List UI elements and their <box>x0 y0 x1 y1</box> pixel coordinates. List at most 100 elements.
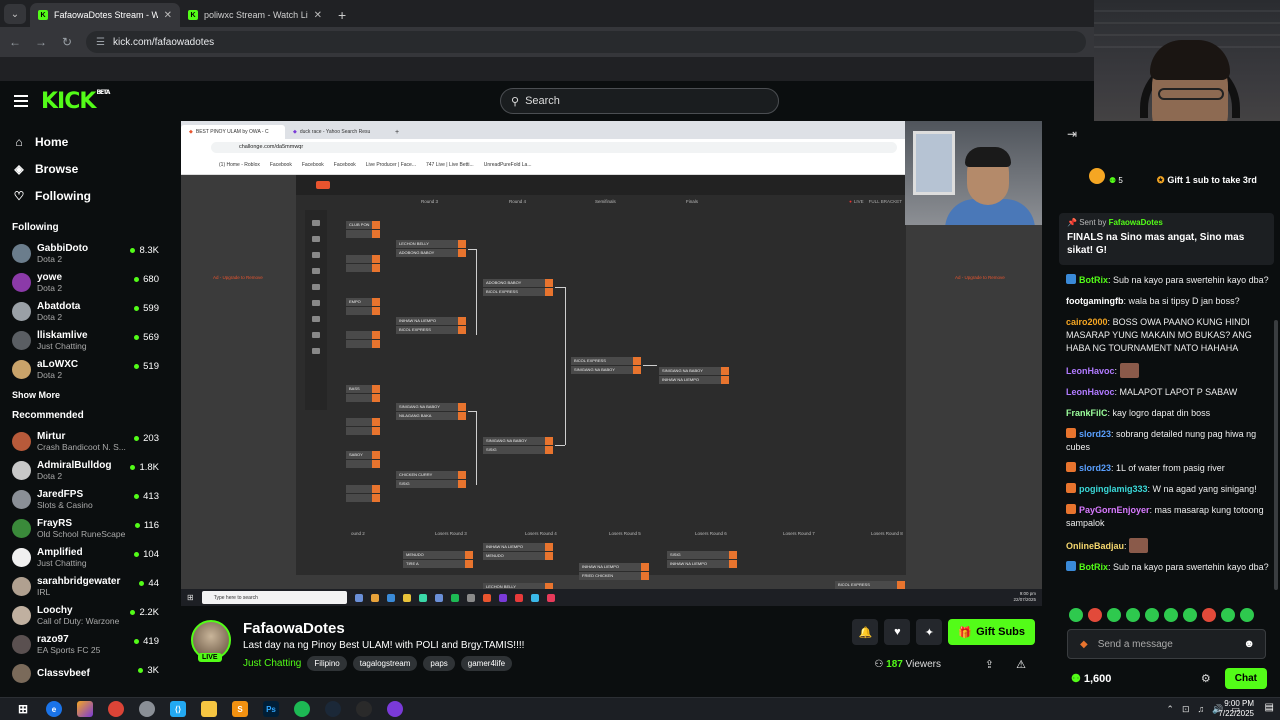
chat-username[interactable]: FrankFilC <box>1066 408 1108 418</box>
back-icon[interactable]: ← <box>8 35 22 49</box>
photoshop-icon[interactable]: Ps <box>263 701 279 717</box>
gift-subs-button[interactable]: 🎁 Gift Subs <box>948 619 1035 645</box>
tag[interactable]: Filipino <box>307 656 347 671</box>
chrome-icon[interactable] <box>108 701 124 717</box>
chat-username[interactable]: cairo2000 <box>1066 317 1108 327</box>
captured-tab: ◆ duck race - Yahoo Search Resu <box>293 129 371 135</box>
search-input[interactable]: ⚲ Search <box>500 88 779 114</box>
copilot-icon[interactable] <box>77 701 93 717</box>
sidebar-channel[interactable]: Mirtur Crash Bandicoot N. S... 203 <box>0 427 170 456</box>
sublime-icon[interactable]: S <box>232 701 248 717</box>
sparkle-button[interactable]: ✦ <box>916 619 943 645</box>
microphone-icon[interactable]: ♫ <box>1198 704 1205 714</box>
category-link[interactable]: Just Chatting <box>243 658 301 669</box>
collapse-chat-icon[interactable]: ⇥ <box>1067 127 1077 141</box>
emote[interactable] <box>1240 608 1254 622</box>
spotify-icon[interactable] <box>294 701 310 717</box>
browser-tab[interactable]: K poliwxc Stream - Watch Live on ✕ <box>180 3 330 27</box>
video-player[interactable]: ◆ BEST PINOY ULAM by OWA - C ◆ duck race -… <box>181 121 1042 606</box>
chat-username[interactable]: slord23 <box>1079 429 1111 439</box>
file-explorer-icon[interactable] <box>201 701 217 717</box>
share-icon[interactable]: ⇪ <box>985 658 994 671</box>
emote[interactable] <box>1221 608 1235 622</box>
forward-icon[interactable]: → <box>34 35 48 49</box>
tag[interactable]: tagalogstream <box>352 656 418 671</box>
sidebar-channel[interactable]: AdmiralBulldog Dota 2 1.8K <box>0 456 170 485</box>
app-icon[interactable] <box>139 701 155 717</box>
sidebar-channel[interactable]: sarahbridgewater IRL 44 <box>0 572 170 601</box>
chat-message: LeonHavoc: MALAPOT LAPOT P SABAW <box>1066 387 1238 397</box>
vscode-icon[interactable]: ⟨⟩ <box>170 701 186 717</box>
emote[interactable] <box>1164 608 1178 622</box>
browser-tab-active[interactable]: K FafaowaDotes Stream - Watch l ✕ <box>30 3 180 27</box>
chevron-up-icon[interactable]: ⌃ <box>1166 704 1174 715</box>
emoji-icon[interactable]: ☻ <box>1243 638 1255 650</box>
emote[interactable] <box>1202 608 1216 622</box>
close-tab-icon[interactable]: ✕ <box>314 10 322 21</box>
emote[interactable] <box>1107 608 1121 622</box>
sidebar-channel[interactable]: yowe Dota 2 680 <box>0 268 170 297</box>
tag[interactable]: paps <box>423 656 455 671</box>
channel-points[interactable]: ⚉ 1,600 <box>1071 672 1111 685</box>
gift-cta[interactable]: ✪ Gift 1 sub to take 3rd <box>1157 175 1257 186</box>
nav-following[interactable]: ♡ Following <box>0 182 170 209</box>
reload-icon[interactable]: ↻ <box>60 35 74 49</box>
nav-home[interactable]: ⌂ Home <box>0 128 170 155</box>
gift-leaderboard: ⚉ 5 ✪ Gift 1 sub to take 3rd <box>1055 168 1280 191</box>
notification-bell-button[interactable]: 🔔 <box>852 619 879 645</box>
chat-username[interactable]: LeonHavoc <box>1066 366 1115 376</box>
chat-username[interactable]: OnlineBadjau <box>1066 541 1124 551</box>
steam-icon[interactable] <box>325 701 341 717</box>
sidebar-channel[interactable]: aLoWXC Dota 2 519 <box>0 355 170 384</box>
address-bar[interactable]: ☰ kick.com/fafaowadotes <box>86 31 1086 53</box>
emote[interactable] <box>1088 608 1102 622</box>
windows-start-icon[interactable]: ⊞ <box>15 701 31 717</box>
tag[interactable]: gamer4life <box>460 656 513 671</box>
follow-heart-button[interactable]: ♥ <box>884 619 911 645</box>
chat-username[interactable]: poginglamig333 <box>1079 484 1148 494</box>
emote[interactable] <box>1126 608 1140 622</box>
nav-browse[interactable]: ◈ Browse <box>0 155 170 182</box>
chat-username[interactable]: BotRix <box>1079 275 1108 285</box>
network-icon[interactable]: ⊡ <box>1182 704 1190 715</box>
streamer-name[interactable]: FafaowaDotes <box>243 620 345 637</box>
sidebar-channel[interactable]: lliskamlive Just Chatting 569 <box>0 326 170 355</box>
report-icon[interactable]: ⚠ <box>1016 658 1026 671</box>
edge-icon[interactable]: e <box>46 701 62 717</box>
kick-logo[interactable]: KICKBETA <box>41 89 110 114</box>
notification-icon[interactable]: ▤ <box>1265 702 1274 713</box>
sidebar-channel[interactable]: FrayRS Old School RuneScape 116 <box>0 514 170 543</box>
chat-username[interactable]: BotRix <box>1079 562 1108 572</box>
chat-username[interactable]: slord23 <box>1079 463 1111 473</box>
search-placeholder: Search <box>525 95 560 107</box>
sidebar-channel[interactable]: Amplified Just Chatting 104 <box>0 543 170 572</box>
captured-bookmarks-bar: (1) Home - Roblox Facebook Facebook Faceboo… <box>181 155 905 175</box>
emote[interactable] <box>1183 608 1197 622</box>
chat-send-button[interactable]: Chat <box>1224 667 1267 689</box>
app-icon[interactable] <box>387 701 403 717</box>
sidebar-channel[interactable]: Abatdota Dota 2 599 <box>0 297 170 326</box>
close-tab-icon[interactable]: ✕ <box>164 10 172 21</box>
sidebar-channel[interactable]: razo97 EA Sports FC 25 419 <box>0 630 170 659</box>
tab-search-button[interactable]: ⌄ <box>4 4 26 24</box>
sidebar-channel[interactable]: Loochy Call of Duty: Warzone 2.2K <box>0 601 170 630</box>
taskbar-clock[interactable]: 9:00 PM 7/22/2025 <box>1218 699 1254 719</box>
new-tab-button[interactable]: + <box>338 7 346 23</box>
gear-icon[interactable]: ⚙ <box>1201 672 1211 685</box>
chat-scrollbar[interactable] <box>1274 320 1278 590</box>
emote[interactable] <box>1145 608 1159 622</box>
sidebar-channel[interactable]: GabbiDoto Dota 2 8.3K <box>0 239 170 268</box>
sidebar-channel[interactable]: JaredFPS Slots & Casino 413 <box>0 485 170 514</box>
emote[interactable] <box>1069 608 1083 622</box>
live-dot-icon <box>139 581 145 586</box>
menu-icon[interactable] <box>14 95 28 107</box>
chat-username[interactable]: PayGornEnjoyer <box>1079 505 1150 515</box>
chat-username[interactable]: LeonHavoc <box>1066 387 1115 397</box>
chat-message: OnlineBadjau: <box>1066 538 1271 553</box>
sidebar-channel[interactable]: Classvbeef 3K <box>0 659 170 688</box>
chat-username[interactable]: footgamingfb <box>1066 296 1124 306</box>
site-info-icon[interactable]: ☰ <box>96 37 105 48</box>
chat-input[interactable]: ◆ Send a message ☻ <box>1067 629 1266 659</box>
show-more-button[interactable]: Show More <box>0 384 170 404</box>
obs-icon[interactable] <box>356 701 372 717</box>
